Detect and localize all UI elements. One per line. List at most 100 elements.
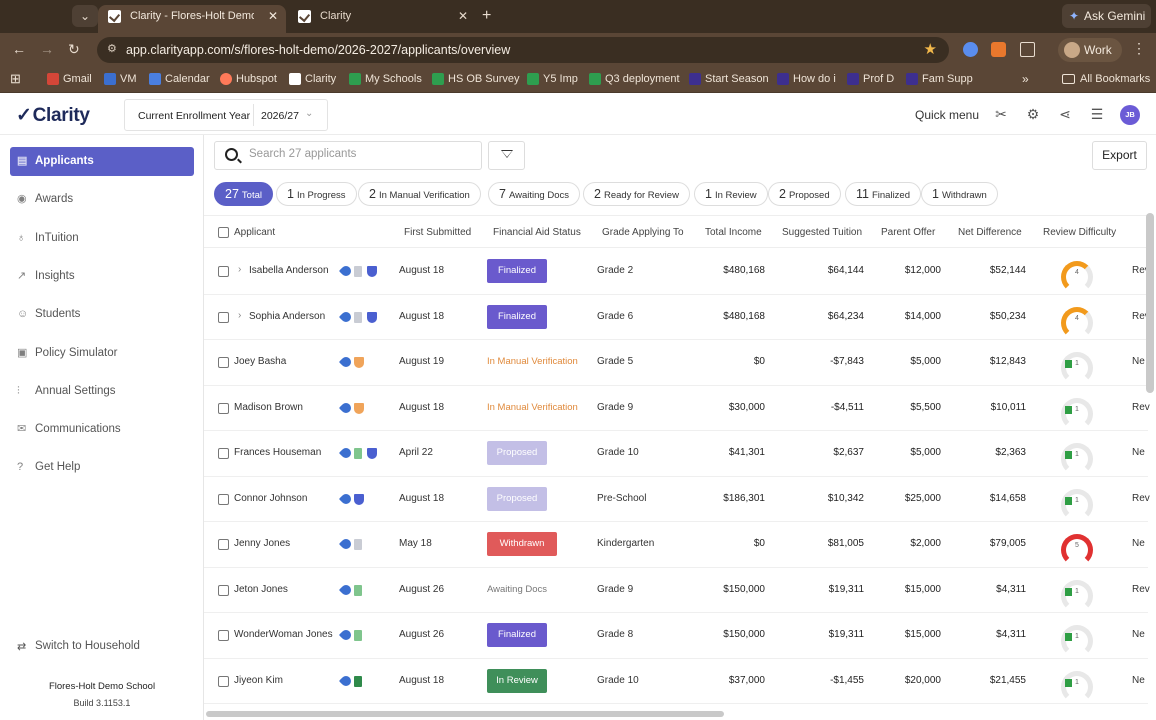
applicant-name[interactable]: Isabella Anderson: [249, 265, 329, 276]
settings-gear-icon[interactable]: ⚙: [1025, 106, 1041, 122]
chip-total[interactable]: 27 Total: [214, 182, 273, 206]
table-row[interactable]: Jiyeon Kim August 18 In Review Grade 10 $37,…: [204, 659, 1148, 704]
column-parent-offer[interactable]: Parent Offer: [881, 227, 935, 238]
bookmark-my-schools[interactable]: My Schools: [349, 73, 422, 85]
row-checkbox[interactable]: [218, 357, 229, 368]
quick-menu-button[interactable]: Quick menu: [915, 108, 979, 122]
share-icon[interactable]: ⋖: [1057, 106, 1073, 122]
table-row[interactable]: Joey Basha August 19 In Manual Verificatio…: [204, 340, 1148, 386]
row-checkbox[interactable]: [218, 311, 229, 323]
row-checkbox[interactable]: [218, 402, 229, 414]
back-icon[interactable]: ←: [12, 41, 26, 57]
applicant-name[interactable]: Madison Brown: [234, 402, 303, 413]
applicant-name[interactable]: Jeton Jones: [234, 584, 288, 595]
bookmark-y5-imp[interactable]: Y5 Imp: [527, 73, 578, 85]
export-button[interactable]: Export: [1092, 141, 1147, 170]
sidebar-item-students[interactable]: ☺ Students: [10, 300, 194, 329]
database-icon[interactable]: ☰: [1089, 106, 1105, 122]
bookmark-star-icon[interactable]: ★: [924, 40, 937, 58]
ask-gemini-button[interactable]: ✦ Ask Gemini: [1062, 4, 1151, 28]
extension-icon[interactable]: [963, 42, 978, 57]
chip-in-manual-verification[interactable]: 2 In Manual Verification: [358, 182, 481, 206]
close-tab-icon[interactable]: ✕: [458, 5, 468, 28]
browser-menu-icon[interactable]: ⋮: [1132, 40, 1146, 57]
expand-chevron-icon[interactable]: ›: [238, 264, 241, 275]
bookmark-how-do-i[interactable]: How do i: [777, 73, 836, 85]
reload-icon[interactable]: ↻: [68, 41, 80, 58]
search-input[interactable]: [249, 148, 469, 160]
column-review-difficulty[interactable]: Review Difficulty: [1043, 227, 1116, 238]
column-total-income[interactable]: Total Income: [705, 227, 762, 238]
select-all-checkbox[interactable]: [218, 227, 229, 238]
sidebar-item-insights[interactable]: ↗ Insights: [10, 262, 194, 291]
column-net-difference[interactable]: Net Difference: [958, 227, 1022, 238]
bookmark-hs-ob-survey[interactable]: HS OB Survey: [432, 73, 520, 85]
forward-icon[interactable]: →: [40, 41, 54, 57]
chip-in-review[interactable]: 1 In Review: [694, 182, 768, 206]
applicant-name[interactable]: WonderWoman Jones: [234, 629, 333, 640]
row-checkbox[interactable]: [218, 539, 229, 550]
applicant-name[interactable]: Jiyeon Kim: [234, 675, 283, 686]
browser-tab-active[interactable]: Clarity - Flores-Holt Demo School ✕: [98, 5, 286, 33]
bookmark-start-season[interactable]: Start Season: [689, 73, 769, 85]
row-checkbox[interactable]: [218, 493, 229, 505]
chip-awaiting-docs[interactable]: 7 Awaiting Docs: [488, 182, 580, 206]
applicant-name[interactable]: Connor Johnson: [234, 493, 307, 504]
row-checkbox[interactable]: [218, 584, 229, 596]
sidebar-item-awards[interactable]: ◉ Awards: [10, 185, 194, 214]
chip-in-progress[interactable]: 1 In Progress: [276, 182, 357, 206]
bookmark-clarity[interactable]: Clarity: [289, 73, 336, 85]
sidebar-item-intuition[interactable]: ♁ InTuition: [10, 224, 194, 253]
tab-search-button[interactable]: ⌄: [72, 5, 98, 27]
applicant-name[interactable]: Frances Houseman: [234, 447, 321, 458]
column-applicant[interactable]: Applicant: [234, 227, 275, 238]
clarity-logo[interactable]: ✓Clarity: [16, 104, 90, 127]
row-checkbox[interactable]: [218, 448, 229, 459]
column-suggested-tuition[interactable]: Suggested Tuition: [782, 227, 862, 238]
filter-button[interactable]: [488, 141, 525, 170]
bookmark-gmail[interactable]: Gmail: [47, 73, 92, 85]
sidebar-item-annual-settings[interactable]: ⫶ Annual Settings: [10, 377, 194, 406]
table-row[interactable]: Jenny Jones May 18 Withdrawn Kindergarten $0…: [204, 522, 1148, 568]
row-checkbox[interactable]: [218, 266, 229, 277]
search-box[interactable]: [214, 141, 482, 170]
user-avatar[interactable]: JB: [1120, 105, 1140, 125]
table-row[interactable]: WonderWoman Jones August 26 Finalized Grade…: [204, 613, 1148, 659]
horizontal-scrollbar[interactable]: [206, 711, 724, 717]
applicant-name[interactable]: Sophia Anderson: [249, 311, 325, 322]
sidebar-item-policy-simulator[interactable]: ▣ Policy Simulator: [10, 339, 194, 368]
bookmark-q3-deployment[interactable]: Q3 deployment: [589, 73, 680, 85]
sidebar-item-communications[interactable]: ✉ Communications: [10, 415, 194, 444]
bookmark-calendar[interactable]: Calendar: [149, 73, 210, 85]
table-row[interactable]: Madison Brown August 18 In Manual Verifica…: [204, 386, 1150, 431]
profile-chip[interactable]: Work: [1058, 38, 1122, 62]
more-bookmarks-icon[interactable]: »: [1022, 72, 1029, 86]
row-checkbox[interactable]: [218, 630, 229, 641]
sidebar-item-applicants[interactable]: ▤ Applicants: [10, 147, 194, 176]
table-row[interactable]: Connor Johnson August 18 Proposed Pre-Schoo…: [204, 477, 1150, 522]
chip-finalized[interactable]: 11 Finalized: [845, 182, 922, 206]
address-bar[interactable]: ⚙ app.clarityapp.com/s/flores-holt-demo/…: [97, 37, 949, 63]
column-financial-aid-status[interactable]: Financial Aid Status: [493, 227, 581, 238]
row-checkbox[interactable]: [218, 675, 229, 687]
tools-icon[interactable]: ✂: [993, 106, 1009, 122]
table-row[interactable]: › Sophia Anderson August 18 Finalized Grade …: [204, 295, 1150, 340]
chip-ready-for-review[interactable]: 2 Ready for Review: [583, 182, 690, 206]
apps-grid-icon[interactable]: ⊞: [10, 71, 21, 87]
table-row[interactable]: Jeton Jones August 26 Awaiting Docs Grade 9…: [204, 568, 1150, 613]
chip-withdrawn[interactable]: 1 Withdrawn: [921, 182, 998, 206]
table-row[interactable]: Frances Houseman April 22 Proposed Grade 10…: [204, 431, 1148, 477]
bookmark-prof-d[interactable]: Prof D: [847, 73, 894, 85]
all-bookmarks-button[interactable]: All Bookmarks: [1062, 73, 1150, 85]
extensions-puzzle-icon[interactable]: [1020, 42, 1035, 57]
enrollment-year-selector[interactable]: Current Enrollment Year 2026/27 ⌄: [124, 99, 328, 131]
new-tab-icon[interactable]: +: [482, 5, 491, 27]
sidebar-item-get-help[interactable]: ? Get Help: [10, 453, 194, 482]
site-info-icon[interactable]: ⚙: [107, 42, 117, 55]
column-first-submitted[interactable]: First Submitted: [404, 227, 471, 238]
applicant-name[interactable]: Joey Basha: [234, 356, 286, 367]
browser-tab-inactive[interactable]: Clarity ✕: [288, 5, 476, 33]
applicant-name[interactable]: Jenny Jones: [234, 538, 290, 549]
column-grade-applying-to[interactable]: Grade Applying To: [602, 227, 684, 238]
switch-household-link[interactable]: ⇄ Switch to Household: [17, 640, 140, 653]
